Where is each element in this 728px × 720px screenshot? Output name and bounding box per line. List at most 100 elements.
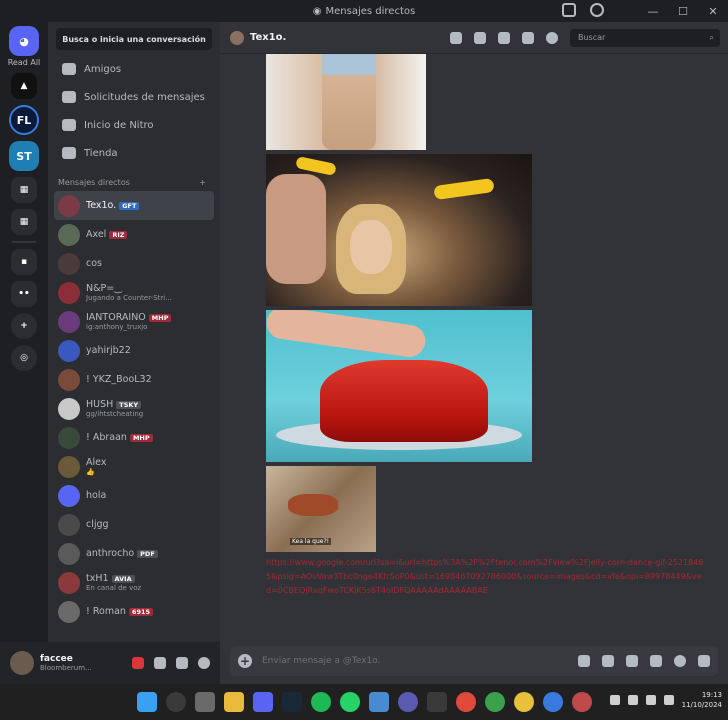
minimize-button[interactable]: — — [638, 0, 668, 22]
dm-status: 👍 — [86, 468, 95, 476]
help-icon[interactable] — [590, 3, 604, 17]
dm-item[interactable]: Tex1o. GFT — [54, 191, 214, 220]
settings-gear-icon[interactable] — [198, 657, 210, 669]
sticker-icon[interactable] — [650, 655, 662, 667]
chevron-up-icon[interactable] — [609, 695, 620, 705]
add-server-button[interactable]: + — [11, 313, 37, 339]
message-input[interactable]: Enviar mensaje a @Tex1o. — [262, 656, 380, 666]
clock[interactable]: 19:13 11/10/2024 — [682, 690, 722, 710]
close-button[interactable]: ✕ — [698, 0, 728, 22]
image-attachment[interactable] — [266, 154, 532, 306]
profile-icon[interactable] — [546, 31, 558, 44]
headphones-icon[interactable] — [176, 657, 188, 669]
avatar — [58, 223, 80, 246]
dm-item[interactable]: ! YKZ_BooL32 — [54, 365, 214, 394]
server-item[interactable]: ▪ — [11, 249, 37, 275]
video-call-icon[interactable] — [474, 31, 486, 44]
chat-area: Tex1o. Buscar ⌕ Kea la que?! https://www… — [220, 22, 728, 684]
find-conversation-button[interactable]: Busca o inicia una conversación — [56, 28, 212, 50]
dm-item[interactable]: ! Roman 6915 — [54, 597, 214, 626]
dm-name: ! YKZ_BooL32 — [86, 374, 152, 385]
dm-item[interactable]: ! Abraan MHP — [54, 423, 214, 452]
dm-name: cos — [86, 258, 102, 269]
chrome-icon[interactable] — [542, 692, 563, 712]
dm-item[interactable]: HUSH TSKY gg/ihtstcheating — [54, 394, 214, 423]
message-composer[interactable]: + Enviar mensaje a @Tex1o. — [230, 646, 718, 676]
image-attachment[interactable] — [266, 54, 426, 150]
microphone-icon[interactable] — [154, 657, 166, 669]
chrome-icon[interactable] — [571, 692, 592, 712]
upload-plus-icon[interactable]: + — [238, 654, 252, 668]
message-link[interactable]: https://www.google.com/url?sa=i&url=http… — [266, 556, 706, 598]
home-button[interactable]: ◕ — [9, 26, 39, 56]
dm-item[interactable]: Alex 👍 — [54, 452, 214, 481]
add-friend-icon[interactable] — [522, 31, 534, 44]
nav-shop[interactable]: Tienda — [54, 140, 214, 166]
server-cursor[interactable]: ▲ — [11, 73, 37, 99]
pin-icon[interactable] — [498, 31, 510, 44]
nav-message-requests[interactable]: Solicitudes de mensajes — [54, 84, 214, 110]
dm-tag: RIZ — [109, 231, 128, 239]
dm-item[interactable]: N&P=‿ Jugando a Counter-Stri... — [54, 278, 214, 307]
create-dm-button[interactable]: + — [199, 178, 206, 187]
phone-call-icon[interactable] — [450, 31, 462, 44]
server-item[interactable]: •• — [11, 281, 37, 307]
dm-item[interactable]: cos — [54, 249, 214, 278]
read-all-button[interactable]: Read All — [8, 58, 41, 67]
chrome-icon[interactable] — [484, 692, 505, 712]
search-icon: ⌕ — [709, 32, 714, 42]
nav-friends[interactable]: Amigos — [54, 56, 214, 82]
whatsapp-icon[interactable] — [339, 692, 360, 712]
translate-icon[interactable] — [578, 655, 590, 667]
volume-icon[interactable] — [663, 695, 674, 705]
microphone-icon[interactable] — [627, 695, 638, 705]
windows-start-icon[interactable] — [136, 692, 157, 712]
steam-icon[interactable] — [281, 692, 302, 712]
dm-name: Tex1o. — [86, 200, 117, 211]
maximize-button[interactable]: ☐ — [668, 0, 698, 22]
inbox-icon[interactable] — [562, 3, 576, 17]
search-icon[interactable] — [165, 692, 186, 712]
recipient-name: Tex1o. — [250, 32, 287, 43]
game-icon[interactable] — [132, 657, 144, 669]
task-view-icon[interactable] — [194, 692, 215, 712]
chrome-icon[interactable] — [513, 692, 534, 712]
image-attachment[interactable] — [266, 310, 532, 462]
server-st[interactable]: ST — [9, 141, 39, 171]
dm-item[interactable]: yahirjb22 — [54, 336, 214, 365]
system-tray: 19:13 11/10/2024 — [609, 690, 722, 710]
app-icon[interactable] — [397, 692, 418, 712]
dm-tag: TSKY — [116, 401, 142, 409]
server-fl[interactable]: FL — [9, 105, 39, 135]
avatar — [58, 484, 80, 507]
server-folder-1[interactable]: ▦ — [11, 177, 37, 203]
nav-nitro[interactable]: Inicio de Nitro — [54, 112, 214, 138]
gift-icon[interactable] — [602, 655, 614, 667]
server-folder-2[interactable]: ▦ — [11, 209, 37, 235]
spotify-icon[interactable] — [310, 692, 331, 712]
explore-button[interactable]: ◎ — [11, 345, 37, 371]
chrome-icon[interactable] — [455, 692, 476, 712]
gif-icon[interactable] — [626, 655, 638, 667]
dm-item[interactable]: IANTORAINO MHP ig:anthony_truxjo — [54, 307, 214, 336]
chat-search-input[interactable]: Buscar ⌕ — [570, 28, 720, 47]
file-explorer-icon[interactable] — [223, 692, 244, 712]
dm-item[interactable]: cljgg — [54, 510, 214, 539]
apps-icon[interactable] — [698, 655, 710, 667]
dm-item[interactable]: Axel RIZ — [54, 220, 214, 249]
gif-attachment[interactable]: Kea la que?! — [266, 466, 376, 552]
dm-item[interactable]: hola — [54, 481, 214, 510]
dm-item[interactable]: txH1 AVIA En canal de voz — [54, 568, 214, 597]
dm-item[interactable]: anthrocho PDF — [54, 539, 214, 568]
dm-name: Axel — [86, 229, 107, 240]
dm-tag: GFT — [119, 202, 140, 210]
notepad-icon[interactable] — [368, 692, 389, 712]
emoji-icon[interactable] — [674, 655, 686, 667]
user-avatar[interactable] — [10, 651, 34, 675]
discord-app-icon[interactable] — [252, 692, 273, 712]
dm-name: Alex — [86, 457, 107, 468]
avatar — [58, 571, 80, 594]
dm-name: IANTORAINO — [86, 312, 146, 323]
network-icon[interactable] — [645, 695, 656, 705]
app-icon[interactable] — [426, 692, 447, 712]
